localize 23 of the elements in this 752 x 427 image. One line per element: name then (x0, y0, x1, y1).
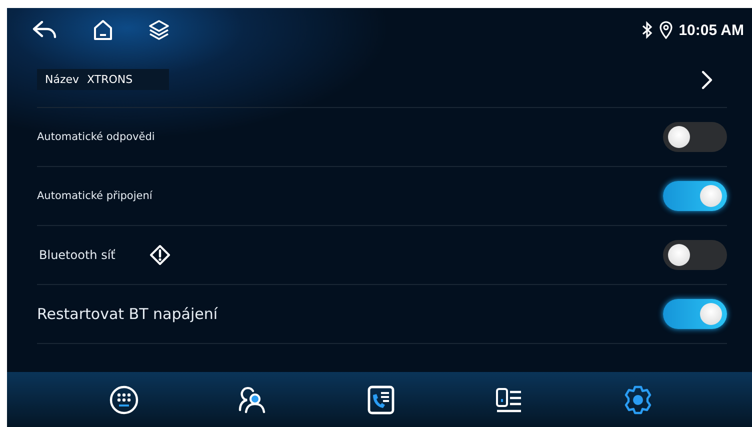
name-value: XTRONS (87, 73, 133, 86)
warning-icon[interactable] (149, 244, 172, 266)
toggle-switch[interactable] (663, 122, 727, 152)
location-icon (658, 21, 673, 39)
toggle-switch[interactable] (663, 181, 727, 211)
name-field[interactable]: Název XTRONS (37, 69, 169, 90)
dialpad-icon[interactable] (109, 384, 139, 414)
toggle-switch[interactable] (663, 240, 727, 270)
chevron-right-icon[interactable] (701, 70, 713, 90)
home-icon[interactable] (92, 19, 114, 41)
back-icon[interactable] (32, 19, 58, 41)
setting-label: Restartovat BT napájení (37, 305, 218, 323)
setting-label: Automatické odpovědi (37, 131, 155, 143)
name-label: Název (45, 73, 80, 86)
settings-icon[interactable] (622, 384, 654, 416)
call-log-icon[interactable] (366, 384, 396, 414)
contacts-icon[interactable] (237, 384, 268, 414)
setting-label: Bluetooth síť (38, 248, 116, 262)
layers-icon[interactable] (148, 19, 170, 41)
clock-time: 10:05 AM (678, 22, 744, 38)
toggle-switch[interactable] (663, 299, 727, 329)
bluetooth-icon (640, 21, 653, 39)
setting-label: Automatické připojení (37, 190, 152, 202)
